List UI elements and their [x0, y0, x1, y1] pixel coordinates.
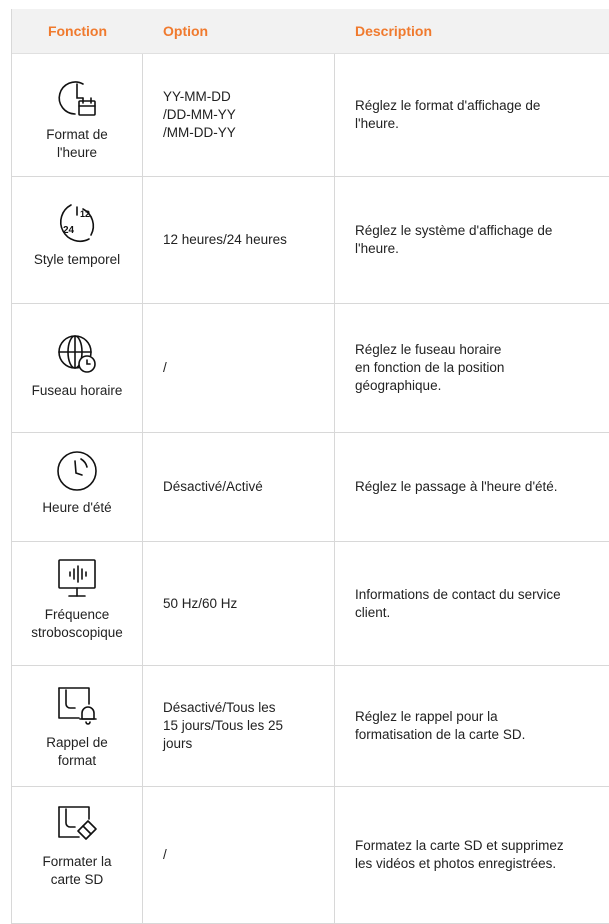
function-name: Style temporel: [33, 252, 121, 267]
clock-calendar-icon: [49, 74, 105, 124]
daylight-clock-icon: [49, 447, 105, 497]
monitor-waveform-icon: [49, 554, 105, 604]
settings-table: Fonction Option Description Format de l'…: [11, 9, 609, 924]
option-value: YY-MM-DD /DD-MM-YY /MM-DD-YY: [143, 54, 335, 176]
function-name: Format de l'heure: [46, 127, 108, 160]
table-header: Fonction Option Description: [12, 9, 609, 54]
table-row: Format de l'heure YY-MM-DD /DD-MM-YY /MM…: [12, 54, 609, 177]
option-value: Désactivé/Activé: [143, 433, 335, 541]
table-row: 24 12 Style temporel 12 heures/24 heures…: [12, 177, 609, 304]
table-row: Rappel de format Désactivé/Tous les 15 j…: [12, 666, 609, 787]
sd-card-eraser-icon: [49, 801, 105, 851]
table-row: Fréquence stroboscopique 50 Hz/60 Hz Inf…: [12, 542, 609, 666]
function-name: Formater la carte SD: [42, 854, 112, 887]
svg-text:12: 12: [80, 209, 90, 219]
option-value: /: [143, 304, 335, 432]
function-name: Heure d'été: [42, 500, 112, 515]
table-row: Fuseau horaire / Réglez le fuseau horair…: [12, 304, 609, 433]
sd-card-bell-icon: [49, 682, 105, 732]
description-text: Réglez le rappel pour la formatisation d…: [355, 709, 526, 742]
svg-text:24: 24: [63, 225, 75, 236]
header-description: Description: [355, 23, 433, 39]
table-row: Heure d'été Désactivé/Activé Réglez le p…: [12, 433, 609, 542]
description-text: Réglez le format d'affichage de l'heure.: [355, 98, 541, 131]
function-name: Fréquence stroboscopique: [31, 607, 123, 640]
function-name: Rappel de format: [46, 735, 108, 768]
description-text: Formatez la carte SD et supprimez les vi…: [355, 838, 564, 871]
description-text: Réglez le passage à l'heure d'été.: [355, 479, 558, 494]
header-option: Option: [163, 23, 209, 39]
24h-12h-clock-icon: 24 12: [49, 199, 105, 249]
option-value: /: [143, 787, 335, 923]
option-value: 12 heures/24 heures: [143, 177, 335, 303]
option-value: Désactivé/Tous les 15 jours/Tous les 25 …: [143, 666, 335, 786]
function-name: Fuseau horaire: [31, 383, 123, 398]
description-text: Réglez le fuseau horaire en fonction de …: [355, 342, 505, 393]
description-text: Informations de contact du service clien…: [355, 586, 561, 620]
description-text: Réglez le système d'affichage de l'heure…: [355, 223, 553, 256]
header-function: Fonction: [47, 23, 108, 39]
globe-clock-icon: [49, 330, 105, 380]
table-row: Formater la carte SD / Formatez la carte…: [12, 787, 609, 924]
option-value: 50 Hz/60 Hz: [143, 542, 335, 665]
